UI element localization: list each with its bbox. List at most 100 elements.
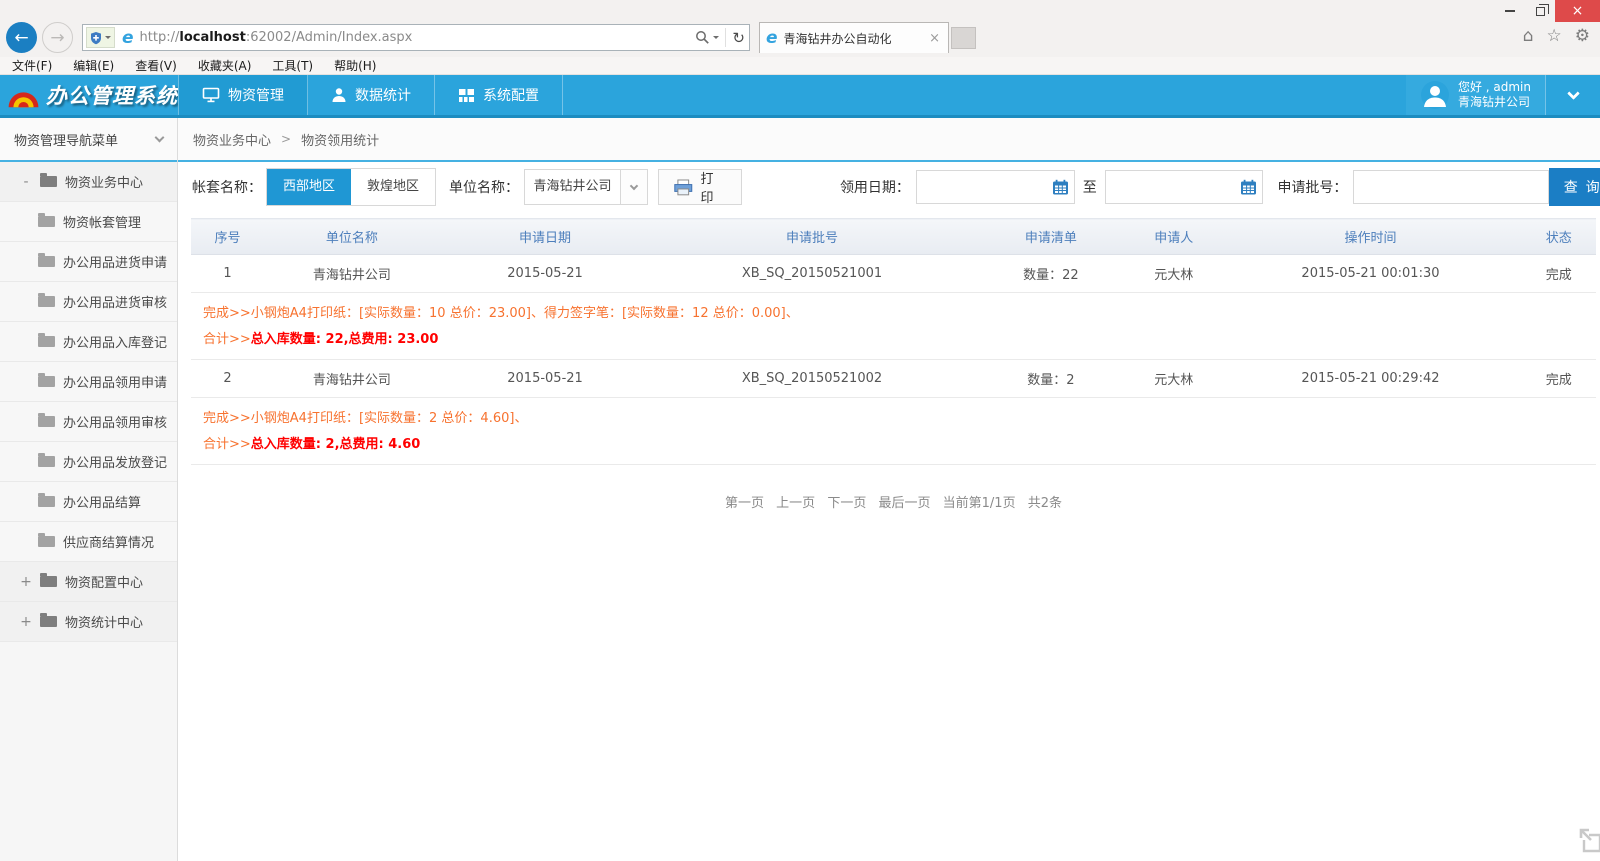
folder-icon [38, 456, 55, 467]
menu-favorites[interactable]: 收藏夹(A) [198, 57, 252, 74]
date-to-input[interactable] [1105, 170, 1264, 204]
col-operation-time: 操作时间 [1219, 219, 1521, 255]
nav-label: 数据统计 [355, 85, 411, 105]
user-info[interactable]: 您好 , admin 青海钻井公司 [1406, 75, 1545, 115]
page-current: 当前第1/1页 [943, 496, 1016, 511]
sidebar-item-supplies-purchase-request[interactable]: 办公用品进货申请 [0, 242, 177, 282]
address-bar[interactable]: e http://localhost:62002/Admin/Index.asp… [82, 24, 750, 51]
menu-help[interactable]: 帮助(H) [334, 57, 376, 74]
table-detail-row: 完成>>小钢炮A4打印纸：[实际数量：2 总价：4.60]、 合计>>总入库数量… [191, 398, 1596, 465]
user-greeting: 您好 , admin [1458, 80, 1531, 95]
sidebar-item-label: 办公用品发放登记 [63, 452, 167, 471]
sidebar-item-supplies-inbound-register[interactable]: 办公用品入库登记 [0, 322, 177, 362]
nav-material-management[interactable]: 物资管理 [178, 75, 308, 115]
col-applicant: 申请人 [1128, 219, 1219, 255]
popout-icon[interactable] [1577, 826, 1600, 854]
sidebar-item-supplies-distribution-register[interactable]: 办公用品发放登记 [0, 442, 177, 482]
expand-icon[interactable]: + [20, 614, 32, 630]
menu-tools[interactable]: 工具(T) [272, 57, 313, 74]
folder-icon [38, 296, 55, 307]
sidebar-item-material-config-center[interactable]: + 物资配置中心 [0, 562, 177, 602]
expand-icon[interactable]: + [20, 574, 32, 590]
toggle-dunhuang-region[interactable]: 敦煌地区 [351, 169, 435, 205]
sidebar-item-supplies-purchase-review[interactable]: 办公用品进货审核 [0, 282, 177, 322]
security-shield-button[interactable] [86, 27, 115, 48]
cell-applicant: 元大林 [1128, 360, 1219, 398]
browser-action-icons: ⌂ ☆ ⚙ [1523, 26, 1590, 46]
calendar-icon[interactable] [1052, 179, 1069, 196]
sidebar-item-material-business-center[interactable]: - 物资业务中心 [0, 162, 177, 202]
main-content: 物资业务中心 > 物资领用统计 帐套名称： 西部地区 敦煌地区 单位名称： 青海… [178, 118, 1600, 861]
breadcrumb-parent[interactable]: 物资业务中心 [193, 130, 271, 149]
back-button[interactable]: ← [6, 22, 37, 53]
sidebar-header[interactable]: 物资管理导航菜单 [0, 118, 177, 162]
search-icon[interactable] [695, 30, 710, 45]
search-caret-icon[interactable] [713, 36, 719, 39]
select-caret-button[interactable] [620, 170, 647, 204]
tab-close-icon[interactable]: × [927, 31, 942, 46]
sidebar-item-label: 办公用品领用申请 [63, 372, 167, 391]
chevron-down-icon [1567, 87, 1580, 100]
folder-icon [40, 576, 57, 587]
restore-icon [1536, 7, 1545, 16]
page-next[interactable]: 下一页 [827, 496, 866, 511]
monitor-icon [202, 87, 220, 103]
nav-label: 物资管理 [228, 85, 284, 105]
sidebar-item-material-account-mgmt[interactable]: 物资帐套管理 [0, 202, 177, 242]
menu-view[interactable]: 查看(V) [135, 57, 177, 74]
date-from-input[interactable] [916, 170, 1075, 204]
batch-number-input[interactable] [1353, 170, 1549, 204]
menu-edit[interactable]: 编辑(E) [73, 57, 114, 74]
nav-system-config[interactable]: 系统配置 [435, 75, 563, 115]
sidebar-item-supplier-settlement-status[interactable]: 供应商结算情况 [0, 522, 177, 562]
new-tab-button[interactable] [951, 27, 976, 49]
unit-select[interactable]: 青海钻井公司 [524, 169, 648, 205]
close-button[interactable]: × [1555, 0, 1600, 22]
home-icon[interactable]: ⌂ [1523, 26, 1534, 46]
toggle-west-region[interactable]: 西部地区 [267, 169, 351, 205]
menu-file[interactable]: 文件(F) [12, 57, 52, 74]
refresh-icon[interactable]: ↻ [732, 29, 745, 47]
account-set-label: 帐套名称： [192, 177, 262, 197]
user-menu-toggle[interactable] [1545, 75, 1600, 115]
print-button[interactable]: 打印 [658, 169, 742, 205]
settings-gear-icon[interactable]: ⚙ [1575, 26, 1590, 46]
table-row[interactable]: 1 青海钻井公司 2015-05-21 XB_SQ_20150521001 数量… [191, 255, 1596, 293]
requisition-date-label: 领用日期： [840, 177, 910, 197]
cell-operation-time: 2015-05-21 00:29:42 [1219, 360, 1521, 398]
account-set-toggle: 西部地区 敦煌地区 [266, 168, 436, 206]
sidebar-item-supplies-requisition-review[interactable]: 办公用品领用审核 [0, 402, 177, 442]
page-first[interactable]: 第一页 [725, 496, 764, 511]
folder-icon [38, 216, 55, 227]
sidebar-item-supplies-requisition-request[interactable]: 办公用品领用申请 [0, 362, 177, 402]
query-button[interactable]: 查 询 [1549, 168, 1600, 206]
detail-total-line: 合计>>总入库数量: 2,总费用: 4.60 [203, 433, 1584, 452]
print-label: 打印 [701, 168, 726, 206]
detail-items-line: 完成>>小钢炮A4打印纸：[实际数量：2 总价：4.60]、 [203, 407, 1584, 426]
sidebar-item-label: 办公用品入库登记 [63, 332, 167, 351]
minimize-button[interactable] [1495, 0, 1525, 22]
url-text[interactable]: http://localhost:62002/Admin/Index.aspx [140, 30, 696, 45]
favorites-star-icon[interactable]: ☆ [1547, 26, 1562, 46]
table-row[interactable]: 2 青海钻井公司 2015-05-21 XB_SQ_20150521002 数量… [191, 360, 1596, 398]
col-unit-name: 单位名称 [264, 219, 440, 255]
chevron-down-icon [155, 133, 165, 143]
sidebar-item-material-stats-center[interactable]: + 物资统计中心 [0, 602, 177, 642]
window-controls: × [1495, 0, 1600, 22]
collapse-icon[interactable]: - [20, 174, 32, 190]
browser-tab[interactable]: e 青海钻井办公自动化 × [759, 22, 949, 53]
detail-total-line: 合计>>总入库数量: 22,总费用: 23.00 [203, 328, 1584, 347]
cell-apply-list: 数量：2 [974, 360, 1129, 398]
sidebar-item-supplies-settlement[interactable]: 办公用品结算 [0, 482, 177, 522]
nav-data-statistics[interactable]: 数据统计 [308, 75, 435, 115]
col-status: 状态 [1522, 219, 1597, 255]
page-prev[interactable]: 上一页 [776, 496, 815, 511]
detail-items-line: 完成>>小钢炮A4打印纸：[实际数量：10 总价：23.00]、得力签字笔：[实… [203, 302, 1584, 321]
user-company: 青海钻井公司 [1458, 95, 1531, 110]
chevron-down-icon [630, 181, 638, 189]
col-index: 序号 [191, 219, 264, 255]
restore-button[interactable] [1525, 0, 1555, 22]
calendar-icon[interactable] [1240, 179, 1257, 196]
page-last[interactable]: 最后一页 [878, 496, 930, 511]
forward-button[interactable]: → [42, 22, 73, 53]
